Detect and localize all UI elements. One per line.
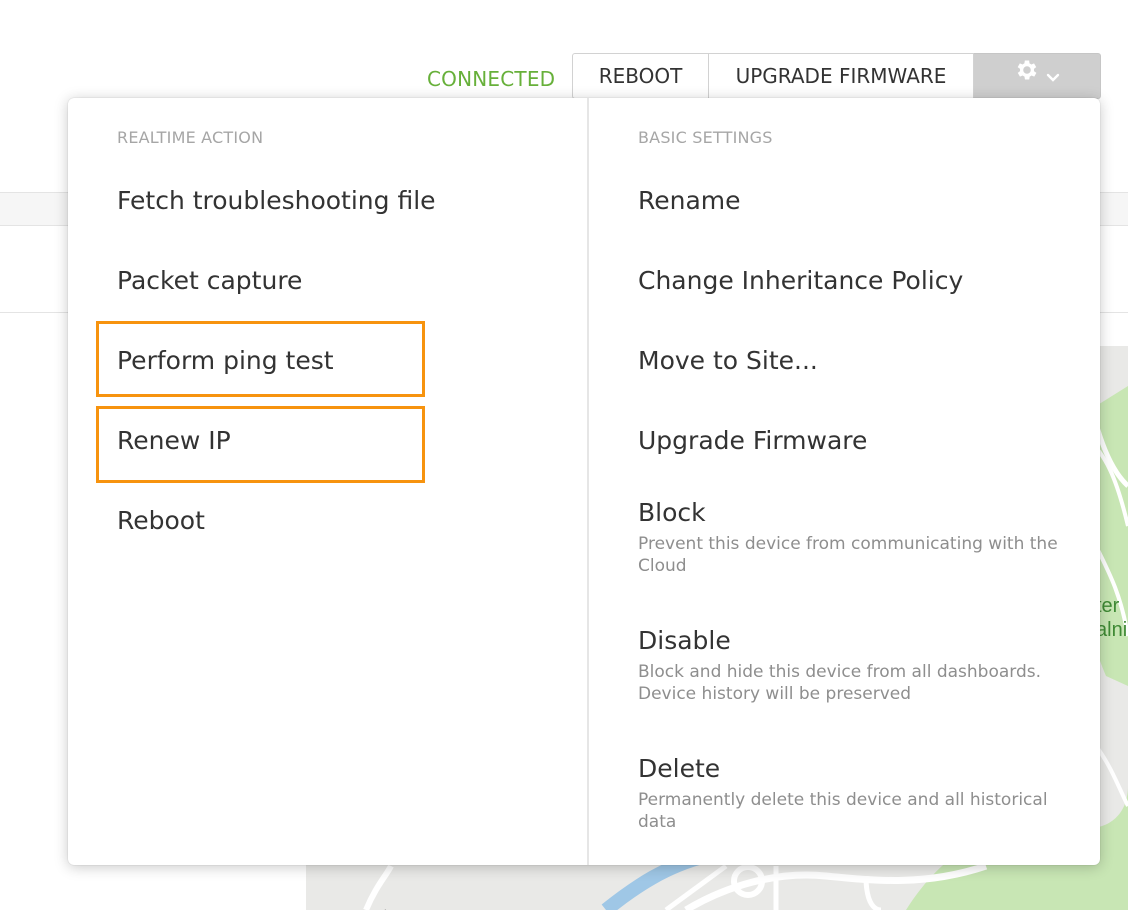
device-action-group: REBOOT UPGRADE FIRMWARE [572,53,1101,99]
gear-icon [1014,54,1040,98]
realtime-action-column: REALTIME ACTION Fetch troubleshooting fi… [68,98,589,865]
menu-item-description: Permanently delete this device and all h… [638,790,1048,832]
menu-item-label: Delete [638,754,721,783]
menu-item-reboot[interactable]: Reboot [117,506,205,535]
upgrade-firmware-button[interactable]: UPGRADE FIRMWARE [709,53,974,99]
menu-item-label: Disable [638,626,731,655]
menu-item-renew-ip[interactable]: Renew IP [117,426,231,455]
basic-settings-column: BASIC SETTINGS Rename Change Inheritance… [589,98,1100,865]
menu-item-packet-capture[interactable]: Packet capture [117,266,302,295]
menu-item-rename[interactable]: Rename [638,186,741,215]
settings-dropdown: REALTIME ACTION Fetch troubleshooting fi… [68,98,1100,865]
settings-menu-button[interactable] [974,53,1101,99]
section-title-realtime-action: REALTIME ACTION [117,128,264,147]
menu-item-block[interactable]: Block Prevent this device from communica… [638,498,1058,577]
menu-item-move-to-site[interactable]: Move to Site... [638,346,818,375]
section-title-basic-settings: BASIC SETTINGS [638,128,773,147]
menu-item-label: Block [638,498,706,527]
menu-item-perform-ping-test[interactable]: Perform ping test [117,346,334,375]
menu-item-fetch-troubleshooting-file[interactable]: Fetch troubleshooting file [117,186,436,215]
menu-item-change-inheritance-policy[interactable]: Change Inheritance Policy [638,266,963,295]
menu-item-description: Prevent this device from communicating w… [638,534,1058,576]
menu-item-delete[interactable]: Delete Permanently delete this device an… [638,754,1058,833]
chevron-down-icon [1046,54,1060,98]
map-label: alni [1096,619,1127,641]
menu-item-disable[interactable]: Disable Block and hide this device from … [638,626,1058,705]
reboot-button[interactable]: REBOOT [572,53,709,99]
menu-item-description: Block and hide this device from all dash… [638,662,1042,704]
menu-item-upgrade-firmware[interactable]: Upgrade Firmware [638,426,867,455]
connection-status: CONNECTED [427,67,556,91]
